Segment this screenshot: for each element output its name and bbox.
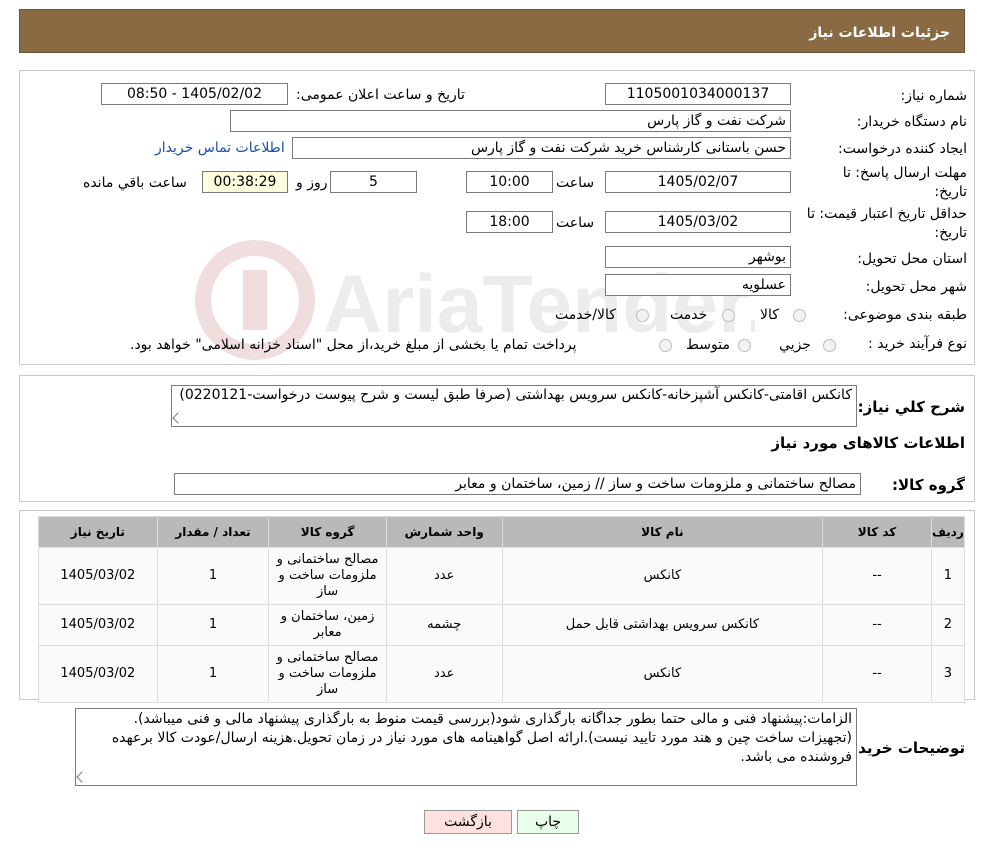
process-note: پرداخت تمام یا بخشی از مبلغ خرید،از محل … bbox=[130, 337, 577, 353]
buyer-notes-text: الزامات:پیشنهاد فنی و مالی حتما بطور جدا… bbox=[111, 711, 852, 765]
category-option-service: خدمت bbox=[670, 307, 708, 323]
province-field: بوشهر bbox=[605, 246, 791, 268]
cell-group: مصالح ساختمانی و ملزومات ساخت و ساز bbox=[269, 646, 386, 702]
need-number-field: 1105001034000137 bbox=[605, 83, 791, 105]
process-option-medium: متوسط bbox=[686, 337, 730, 353]
table-header-row: ردیف کد کالا نام کالا واحد شمارش گروه کا… bbox=[39, 517, 964, 547]
category-option-goods: کالا bbox=[760, 307, 779, 323]
goods-info-title: اطلاعات کالاهای مورد نیاز bbox=[771, 434, 965, 452]
back-button[interactable]: بازگشت bbox=[424, 810, 512, 834]
table-row: 1 -- کانکس عدد مصالح ساختمانی و ملزومات … bbox=[39, 548, 964, 604]
cell-qty: 1 bbox=[157, 548, 269, 604]
category-radio-goods[interactable] bbox=[793, 309, 806, 322]
table-row: 3 -- کانکس عدد مصالح ساختمانی و ملزومات … bbox=[39, 646, 964, 702]
cell-row-number: 1 bbox=[931, 548, 964, 604]
cell-group: مصالح ساختمانی و ملزومات ساخت و ساز bbox=[269, 548, 386, 604]
goods-group-field: مصالح ساختمانی و ملزومات ساخت و ساز // ز… bbox=[174, 473, 861, 495]
process-option-minor: جزیي bbox=[779, 337, 811, 353]
cell-qty: 1 bbox=[157, 646, 269, 702]
col-header-code: کد کالا bbox=[823, 517, 931, 547]
validity-label-2: تاریخ: bbox=[934, 225, 967, 241]
announce-label: تاریخ و ساعت اعلان عمومی: bbox=[296, 87, 465, 103]
cell-code: -- bbox=[823, 646, 931, 702]
city-label: شهر محل تحویل: bbox=[865, 279, 967, 295]
process-radio-medium[interactable] bbox=[738, 339, 751, 352]
cell-row-number: 3 bbox=[931, 646, 964, 702]
category-label: طبقه بندی موضوعی: bbox=[843, 307, 967, 323]
cell-code: -- bbox=[823, 548, 931, 604]
deadline-label: مهلت ارسال پاسخ: تا bbox=[842, 165, 967, 181]
category-radio-goods-service[interactable] bbox=[636, 309, 649, 322]
buyer-org-field: شرکت نفت و گاز پارس bbox=[230, 110, 791, 132]
cell-row-number: 2 bbox=[931, 605, 964, 645]
deadline-label-2: تاریخ: bbox=[934, 184, 967, 200]
print-button[interactable]: چاپ bbox=[517, 810, 579, 834]
items-table: ردیف کد کالا نام کالا واحد شمارش گروه کا… bbox=[38, 516, 965, 703]
deadline-time-label: ساعت bbox=[556, 175, 595, 191]
buyer-notes-label: توضیحات خریدار: bbox=[838, 739, 965, 757]
col-header-name: نام کالا bbox=[502, 517, 823, 547]
page-header: جزئیات اطلاعات نیاز bbox=[19, 9, 965, 53]
validity-time-field: 18:00 bbox=[466, 211, 553, 233]
need-number-label: شماره نیاز: bbox=[900, 88, 968, 104]
process-label: نوع فرآیند خرید : bbox=[868, 336, 967, 352]
cell-unit: عدد bbox=[386, 646, 502, 702]
description-label: شرح کلي نياز: bbox=[857, 398, 965, 416]
cell-group: زمین، ساختمان و معابر bbox=[269, 605, 386, 645]
process-treasury-checkbox[interactable] bbox=[659, 339, 672, 352]
cell-qty: 1 bbox=[157, 605, 269, 645]
goods-group-label: گروه کالا: bbox=[892, 476, 965, 494]
validity-label: حداقل تاریخ اعتبار قیمت: تا bbox=[806, 206, 967, 222]
col-header-unit: واحد شمارش bbox=[386, 517, 502, 547]
validity-date-field: 1405/03/02 bbox=[605, 211, 791, 233]
buyer-contact-link[interactable]: اطلاعات تماس خریدار bbox=[155, 140, 285, 156]
creator-label: ایجاد کننده درخواست: bbox=[838, 141, 967, 157]
col-header-row-number: ردیف bbox=[931, 517, 964, 547]
city-field: عسلویه bbox=[605, 274, 791, 296]
days-label: روز و bbox=[296, 175, 328, 191]
buyer-org-label: نام دستگاه خریدار: bbox=[856, 114, 967, 130]
province-label: استان محل تحویل: bbox=[857, 251, 967, 267]
remaining-label: ساعت باقي مانده bbox=[83, 175, 187, 191]
validity-time-label: ساعت bbox=[556, 215, 595, 231]
deadline-time-field: 10:00 bbox=[466, 171, 553, 193]
category-option-goods-service: کالا/خدمت bbox=[555, 307, 616, 323]
deadline-date-field: 1405/02/07 bbox=[605, 171, 791, 193]
process-radio-minor[interactable] bbox=[823, 339, 836, 352]
col-header-date: تاریخ نیاز bbox=[39, 517, 157, 547]
items-table-wrap: ردیف کد کالا نام کالا واحد شمارش گروه کا… bbox=[38, 516, 965, 703]
category-radio-service[interactable] bbox=[722, 309, 735, 322]
days-remaining-field: 5 bbox=[330, 171, 417, 193]
col-header-group: گروه کالا bbox=[269, 517, 386, 547]
remaining-time-field: 00:38:29 bbox=[202, 171, 288, 193]
description-textarea[interactable]: کانکس اقامتی-کانکس آشپزخانه-کانکس سرویس … bbox=[171, 385, 857, 427]
col-header-qty: تعداد / مقدار bbox=[157, 517, 269, 547]
cell-name: کانکس bbox=[502, 548, 823, 604]
table-row: 2 -- کانکس سرویس بهداشتی قابل حمل چشمه ز… bbox=[39, 605, 964, 645]
cell-unit: چشمه bbox=[386, 605, 502, 645]
cell-name: کانکس سرویس بهداشتی قابل حمل bbox=[502, 605, 823, 645]
cell-name: کانکس bbox=[502, 646, 823, 702]
buyer-notes-textarea[interactable]: الزامات:پیشنهاد فنی و مالی حتما بطور جدا… bbox=[75, 708, 857, 786]
cell-date: 1405/03/02 bbox=[39, 548, 157, 604]
cell-unit: عدد bbox=[386, 548, 502, 604]
announce-field: 1405/02/02 - 08:50 bbox=[101, 83, 288, 105]
cell-date: 1405/03/02 bbox=[39, 605, 157, 645]
creator-field: حسن باستانی کارشناس خرید شرکت نفت و گاز … bbox=[292, 137, 791, 159]
description-text: کانکس اقامتی-کانکس آشپزخانه-کانکس سرویس … bbox=[179, 387, 852, 403]
cell-code: -- bbox=[823, 605, 931, 645]
cell-date: 1405/03/02 bbox=[39, 646, 157, 702]
